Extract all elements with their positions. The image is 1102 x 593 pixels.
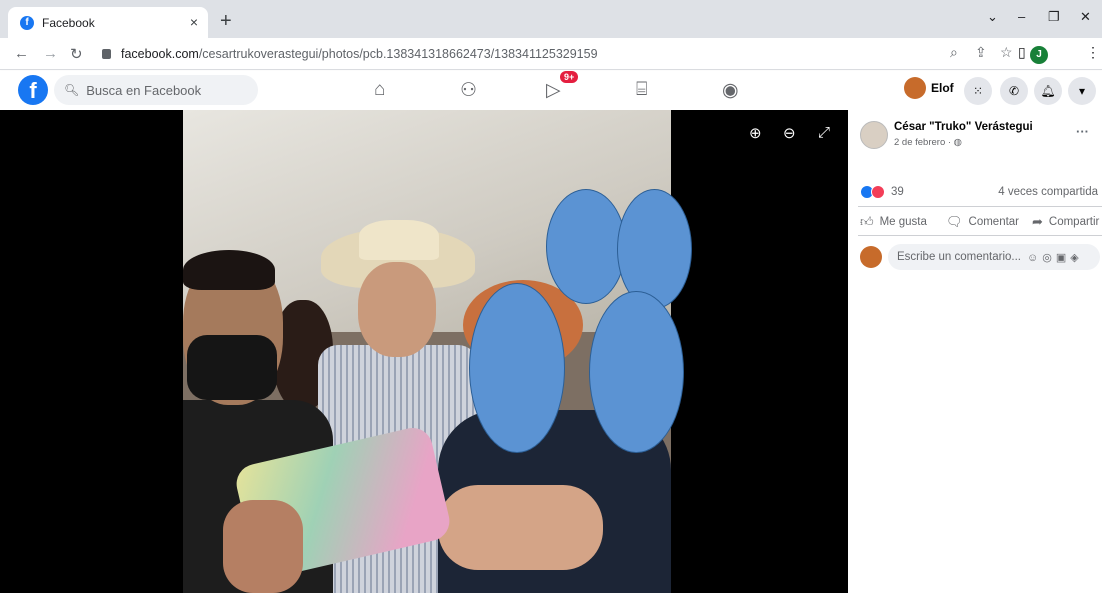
- messenger-icon[interactable]: ✆: [1000, 77, 1028, 105]
- tab-search-chevron-icon[interactable]: ⌄: [987, 9, 998, 25]
- comment-icon: 🗨︎: [946, 214, 963, 229]
- photo-viewer: ⊕ ⊖ ⤢: [0, 110, 848, 593]
- reaction-count: 39: [891, 186, 904, 198]
- photo-hand-right: [438, 485, 603, 570]
- share-count[interactable]: 4 veces compartida: [998, 186, 1098, 198]
- comment-label: Comentar: [968, 216, 1020, 228]
- facebook-search-input[interactable]: 🔍︎ Busca en Facebook: [54, 75, 258, 105]
- author-avatar[interactable]: [860, 121, 888, 149]
- profile-avatar[interactable]: J: [1030, 46, 1048, 64]
- star-icon[interactable]: ☆: [1000, 44, 1013, 61]
- face-redaction-ellipse: [546, 189, 626, 304]
- browser-tab-bar: f Facebook × + ⌄ – ❐ ✕: [0, 0, 1102, 38]
- photo-hand-left: [223, 500, 303, 593]
- divider: [858, 235, 1102, 236]
- search-placeholder: Busca en Facebook: [86, 82, 202, 98]
- photo-face: [358, 262, 436, 357]
- friends-icon[interactable]: ⚇: [460, 79, 477, 102]
- sidepanel-icon[interactable]: ▯: [1018, 44, 1026, 61]
- browser-tab[interactable]: f Facebook ×: [8, 7, 208, 38]
- face-redaction-ellipse: [469, 283, 565, 453]
- notifications-icon[interactable]: 🔔︎: [1034, 77, 1062, 105]
- profile-shortcut[interactable]: Elof: [904, 77, 954, 99]
- divider: [858, 206, 1102, 207]
- url-field[interactable]: facebook.com/cesartrukoverastegui/photos…: [96, 42, 940, 66]
- forward-icon[interactable]: →: [43, 45, 58, 62]
- facebook-header: f 🔍︎ Busca en Facebook ⌂ ⚇ ▷ 9+ ⌸ ◉ Elof…: [0, 71, 1102, 110]
- share-label: Compartir: [1048, 216, 1100, 228]
- share-icon[interactable]: ⇪: [975, 44, 987, 61]
- fullscreen-icon[interactable]: ⤢: [818, 124, 830, 141]
- love-reaction-icon: [871, 185, 885, 199]
- comment-button[interactable]: 🗨︎ Comentar: [946, 214, 1019, 230]
- address-bar: ← → ↻ facebook.com/cesartrukoverastegui/…: [0, 38, 1102, 70]
- facebook-favicon-icon: f: [20, 15, 34, 30]
- zoom-in-icon[interactable]: ⊕: [749, 124, 762, 142]
- back-icon[interactable]: ←: [14, 45, 29, 62]
- post-author[interactable]: César "Truko" Verástegui: [894, 121, 1033, 133]
- groups-icon[interactable]: ◉: [722, 79, 739, 102]
- photo-hat-crown: [359, 220, 439, 260]
- reload-icon[interactable]: ↻: [70, 45, 83, 63]
- comment-placeholder: Escribe un comentario...: [897, 251, 1022, 263]
- tab-title: Facebook: [42, 15, 95, 30]
- commenter-avatar: [860, 246, 882, 268]
- facebook-logo[interactable]: f: [18, 75, 48, 105]
- zoom-out-icon[interactable]: ⊖: [783, 124, 796, 142]
- user-name: Elof: [931, 81, 954, 95]
- photo-figure-left-hair: [183, 250, 275, 290]
- marketplace-icon[interactable]: ⌸: [636, 79, 647, 101]
- more-options-icon[interactable]: ···: [1076, 124, 1089, 139]
- search-icon: 🔍︎: [64, 83, 80, 97]
- like-label: Me gusta: [879, 216, 927, 228]
- reactions-summary[interactable]: 39: [860, 185, 904, 199]
- tab-close-button[interactable]: ×: [190, 14, 198, 30]
- watch-notification-badge: 9+: [560, 71, 579, 83]
- minimize-button[interactable]: –: [1018, 9, 1025, 24]
- comment-attachment-icons[interactable]: ☺◎▣◈: [1027, 251, 1083, 264]
- post-date[interactable]: 2 de febrero · ◍: [894, 137, 962, 148]
- watch-icon[interactable]: ▷: [546, 79, 561, 102]
- comment-input[interactable]: Escribe un comentario... ☺◎▣◈: [888, 244, 1100, 270]
- globe-icon: ◍: [953, 137, 962, 148]
- lock-icon[interactable]: [102, 49, 111, 59]
- home-icon[interactable]: ⌂: [374, 79, 385, 101]
- close-window-button[interactable]: ✕: [1080, 9, 1091, 25]
- restore-button[interactable]: ❐: [1048, 9, 1060, 25]
- face-redaction-ellipse: [589, 291, 684, 453]
- photo-face-mask: [187, 335, 277, 400]
- share-button[interactable]: ➦ Compartir: [1032, 214, 1099, 230]
- url-text: facebook.com/cesartrukoverastegui/photos…: [121, 47, 598, 61]
- share-arrow-icon: ➦: [1032, 214, 1043, 229]
- zoom-icon[interactable]: ⌕: [950, 44, 958, 61]
- post-details-panel: César "Truko" Verástegui 2 de febrero · …: [848, 110, 1102, 593]
- new-tab-button[interactable]: +: [220, 10, 232, 33]
- account-icon[interactable]: ▾: [1068, 77, 1096, 105]
- apps-icon[interactable]: ⁙: [964, 77, 992, 105]
- menu-icon[interactable]: ⋮: [1086, 44, 1100, 61]
- like-icon: 👍︎: [860, 214, 874, 229]
- user-avatar: [904, 77, 926, 99]
- like-button[interactable]: 👍︎ Me gusta: [860, 214, 927, 230]
